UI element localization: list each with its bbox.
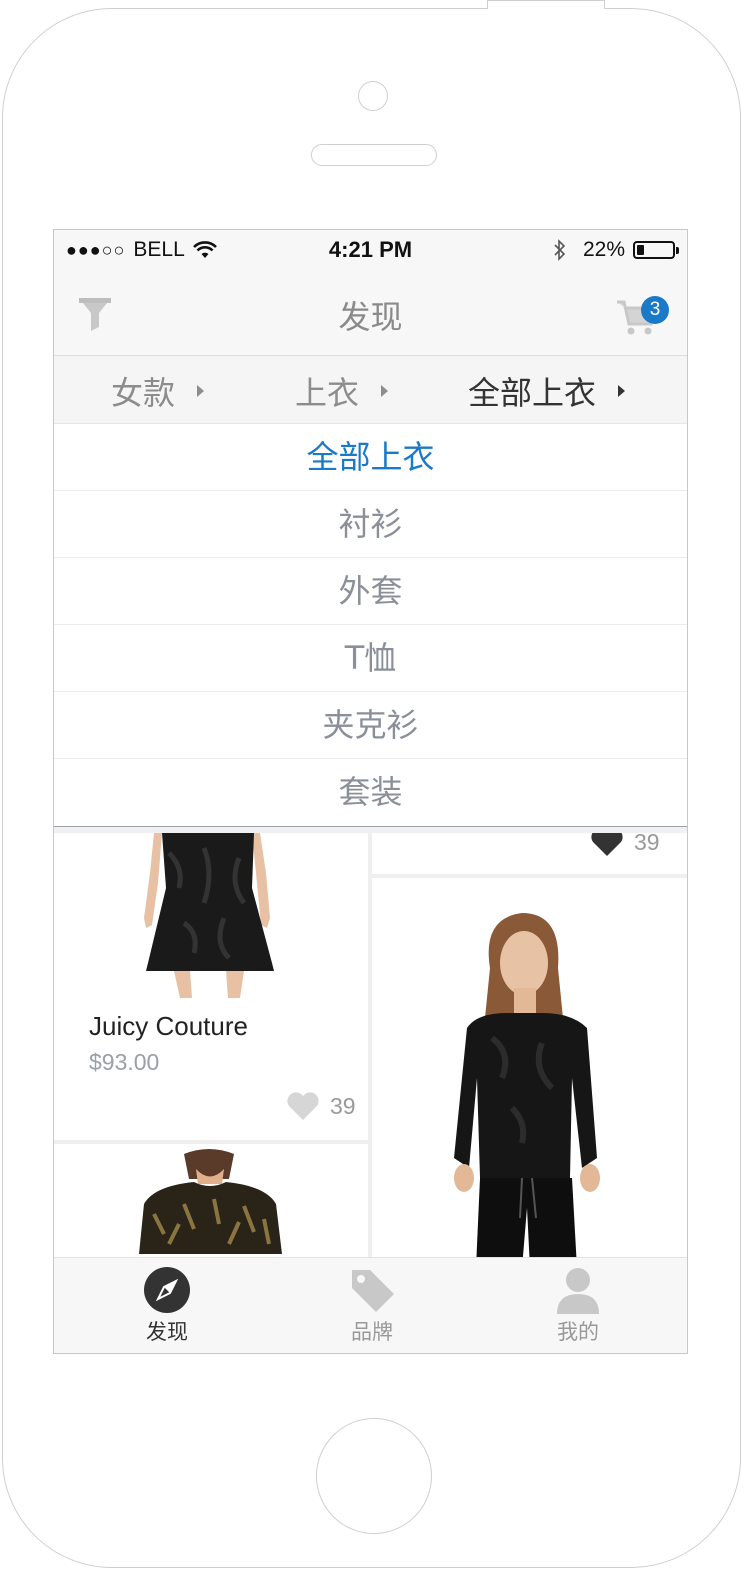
breadcrumb-gender[interactable]: 女款 [111, 368, 205, 414]
product-image [144, 833, 274, 998]
product-grid: Juicy Couture $93.00 39 39 [54, 833, 687, 1258]
dropdown-item-coats[interactable]: 外套 [54, 558, 687, 625]
battery-percent: 22% [582, 238, 625, 261]
tag-icon [352, 1270, 394, 1312]
breadcrumb-category[interactable]: 上衣 [295, 368, 389, 414]
like-counter[interactable]: 39 [590, 833, 660, 857]
heart-icon [591, 833, 623, 856]
product-card[interactable] [54, 1144, 368, 1258]
subcategory-dropdown: 全部上衣 衬衫 外套 T恤 夹克衫 套装 [54, 424, 687, 827]
front-camera [358, 81, 388, 111]
earpiece-speaker [311, 144, 437, 166]
compass-icon [144, 1267, 190, 1313]
tab-bar: 发现 品牌 我的 [54, 1257, 687, 1353]
caret-right-icon [618, 385, 626, 397]
breadcrumb-label: 女款 [111, 374, 176, 412]
heart-icon [287, 1092, 319, 1120]
page-title: 发现 [338, 298, 403, 336]
like-counter[interactable]: 39 [286, 1091, 356, 1121]
product-price: $93.00 [89, 1049, 160, 1075]
product-card[interactable] [372, 878, 687, 1258]
product-card[interactable]: Juicy Couture $93.00 39 [54, 833, 368, 1140]
bluetooth-icon [554, 239, 566, 261]
dropdown-item-sets[interactable]: 套装 [54, 759, 687, 826]
like-count: 39 [330, 1092, 356, 1119]
caret-right-icon [197, 385, 205, 397]
dropdown-item-jackets[interactable]: 夹克衫 [54, 692, 687, 759]
category-breadcrumb: 女款 上衣 全部上衣 [54, 356, 687, 424]
cart-button[interactable]: 3 [615, 290, 669, 340]
cart-badge: 3 [641, 296, 669, 324]
product-card[interactable]: 39 [372, 833, 687, 874]
tab-discover[interactable]: 发现 [107, 1266, 227, 1346]
breadcrumb-subcategory[interactable]: 全部上衣 [468, 368, 626, 414]
nav-bar: 发现 3 [54, 272, 687, 356]
status-bar: ●●●○○ BELL 4:21 PM 22% [54, 230, 687, 272]
product-image [454, 913, 600, 1258]
home-button[interactable] [316, 1418, 432, 1534]
breadcrumb-label: 上衣 [295, 374, 360, 412]
battery-icon [633, 241, 679, 259]
dropdown-item-tshirts[interactable]: T恤 [54, 625, 687, 692]
dropdown-item-all-tops[interactable]: 全部上衣 [54, 424, 687, 491]
tab-label: 发现 [146, 1320, 188, 1344]
breadcrumb-label: 全部上衣 [468, 374, 597, 412]
tab-mine[interactable]: 我的 [518, 1266, 638, 1346]
user-icon [557, 1268, 599, 1314]
product-brand: Juicy Couture [89, 1011, 248, 1041]
power-button [487, 0, 605, 9]
app-screen: ●●●○○ BELL 4:21 PM 22% 发现 3 女款 上衣 全部上衣 全… [53, 229, 688, 1354]
tab-label: 我的 [557, 1320, 599, 1344]
dropdown-item-shirts[interactable]: 衬衫 [54, 491, 687, 558]
tab-label: 品牌 [351, 1320, 393, 1344]
like-count: 39 [634, 833, 660, 855]
product-image [139, 1149, 282, 1254]
tab-brands[interactable]: 品牌 [312, 1266, 432, 1346]
caret-right-icon [381, 385, 389, 397]
battery-fill [637, 245, 644, 255]
